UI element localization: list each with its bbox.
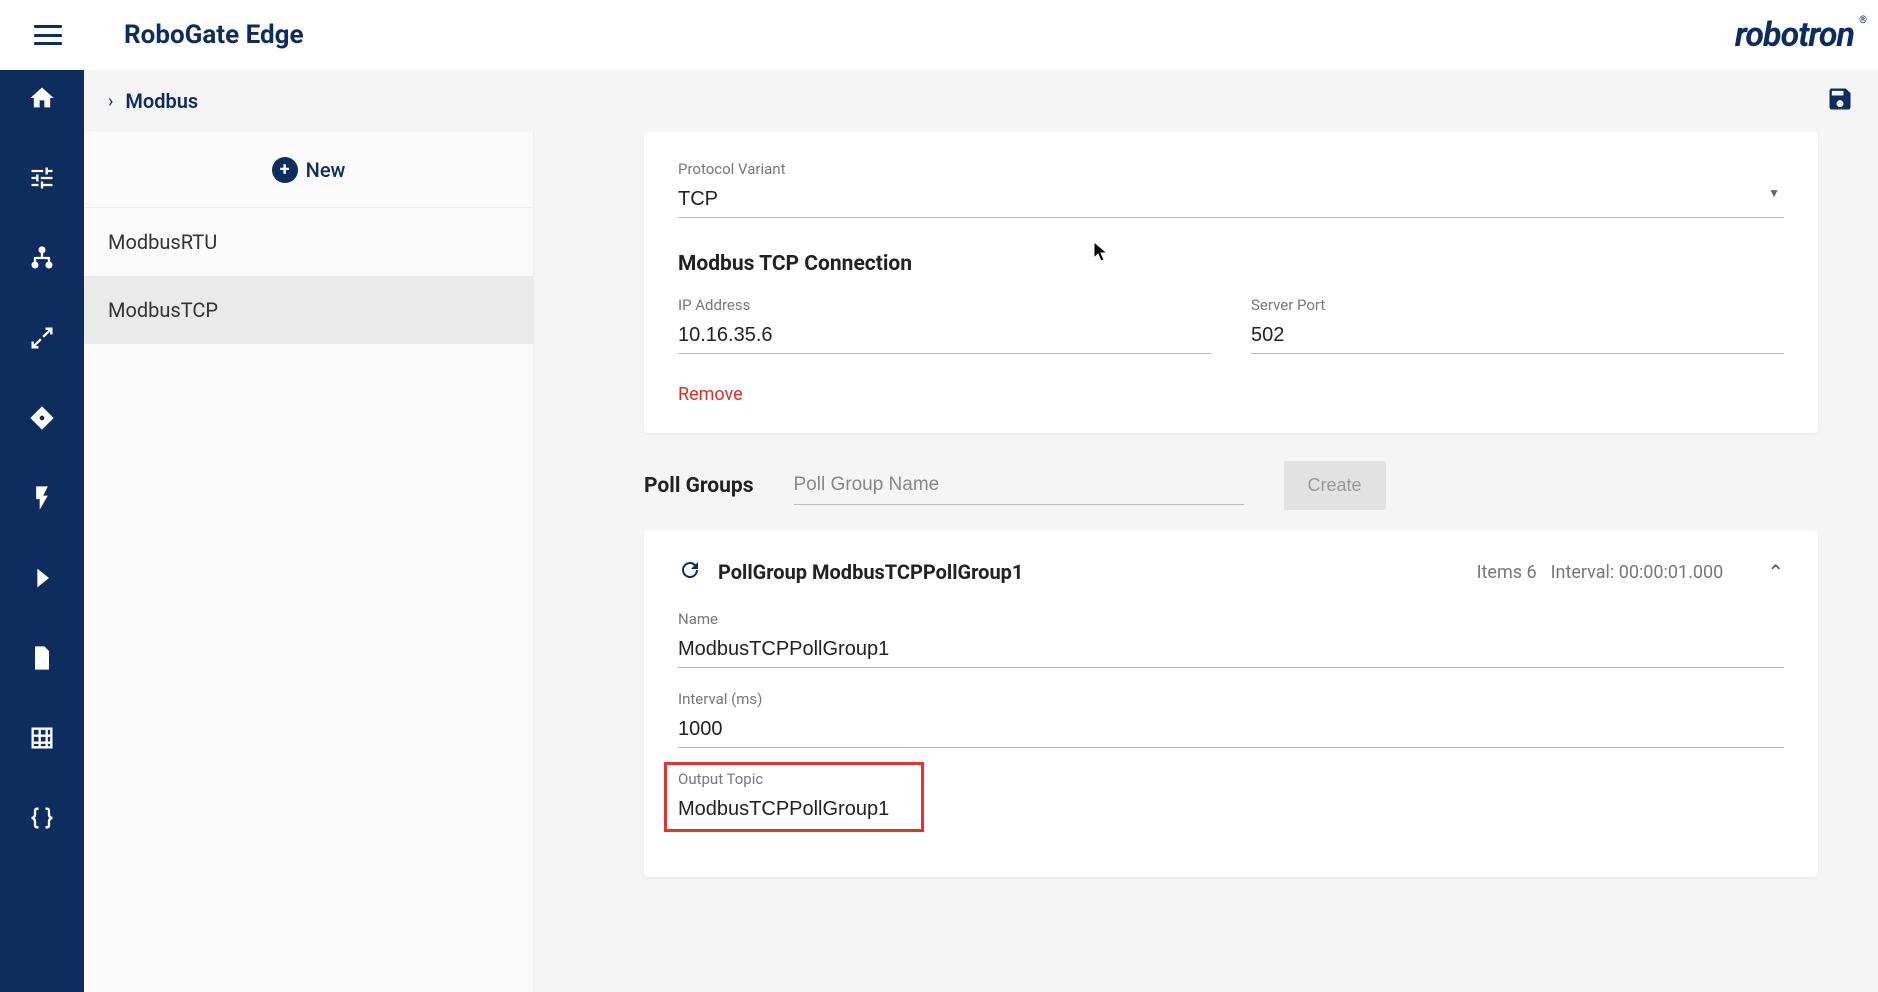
menu-icon[interactable] — [34, 25, 62, 45]
grid-icon[interactable] — [26, 722, 58, 754]
save-button[interactable] — [1826, 85, 1854, 117]
interval-input[interactable] — [678, 712, 1784, 748]
new-label: New — [306, 158, 346, 182]
node-icon[interactable] — [26, 242, 58, 274]
create-button[interactable]: Create — [1284, 461, 1386, 510]
pollgroup-card: PollGroup ModbusTCPPollGroup1 Items 6 In… — [644, 530, 1818, 877]
plus-icon: + — [272, 157, 298, 183]
pollgroup-title: PollGroup ModbusTCPPollGroup1 — [718, 560, 1023, 584]
document-icon[interactable] — [26, 642, 58, 674]
sliders-icon[interactable] — [26, 162, 58, 194]
field-label: Output Topic — [678, 770, 1784, 788]
field-label: Interval (ms) — [678, 690, 1784, 708]
top-bar: RoboGate Edge robotron — [0, 0, 1878, 70]
list-item[interactable]: ModbusRTU — [84, 208, 533, 276]
field-label: Name — [678, 610, 1784, 628]
interval-display: Interval: 00:00:01.000 — [1551, 562, 1724, 583]
braces-icon[interactable] — [26, 802, 58, 834]
bolt-icon[interactable] — [26, 482, 58, 514]
chevron-right-icon[interactable] — [26, 562, 58, 594]
field-label: Protocol Variant — [678, 160, 1784, 178]
new-button[interactable]: + New — [84, 132, 533, 208]
items-count: Items 6 — [1477, 562, 1537, 583]
side-panel: + New ModbusRTU ModbusTCP — [84, 132, 534, 992]
list-item[interactable]: ModbusTCP — [84, 276, 533, 344]
pollgroup-name-input[interactable] — [794, 466, 1244, 505]
output-topic-input[interactable] — [678, 792, 1784, 827]
ip-address-input[interactable] — [678, 318, 1211, 354]
section-title: Poll Groups — [644, 474, 754, 498]
chevron-down-icon[interactable]: ▼ — [1768, 186, 1780, 200]
section-title: Modbus TCP Connection — [678, 252, 1784, 276]
connection-card: Protocol Variant ▼ Modbus TCP Connection… — [644, 132, 1818, 433]
diamond-icon[interactable] — [26, 402, 58, 434]
app-title: RoboGate Edge — [124, 20, 304, 50]
home-icon[interactable] — [26, 82, 58, 114]
refresh-icon[interactable] — [678, 558, 702, 586]
chevron-right-icon[interactable]: › — [108, 91, 113, 112]
pollgroup-name-field[interactable] — [678, 632, 1784, 668]
chevron-up-icon[interactable]: ⌃ — [1767, 560, 1784, 584]
expand-icon[interactable] — [26, 322, 58, 354]
breadcrumb-bar: › Modbus — [84, 70, 1878, 132]
field-label: IP Address — [678, 296, 1211, 314]
server-port-input[interactable] — [1251, 318, 1784, 354]
protocol-select[interactable] — [678, 182, 1784, 218]
main-area: Protocol Variant ▼ Modbus TCP Connection… — [534, 132, 1878, 992]
brand-logo: robotron — [1735, 15, 1854, 55]
remove-button[interactable]: Remove — [678, 384, 743, 405]
field-label: Server Port — [1251, 296, 1784, 314]
breadcrumb[interactable]: Modbus — [125, 89, 198, 113]
pollgroups-header: Poll Groups Create — [644, 461, 1818, 510]
nav-rail — [0, 70, 84, 992]
